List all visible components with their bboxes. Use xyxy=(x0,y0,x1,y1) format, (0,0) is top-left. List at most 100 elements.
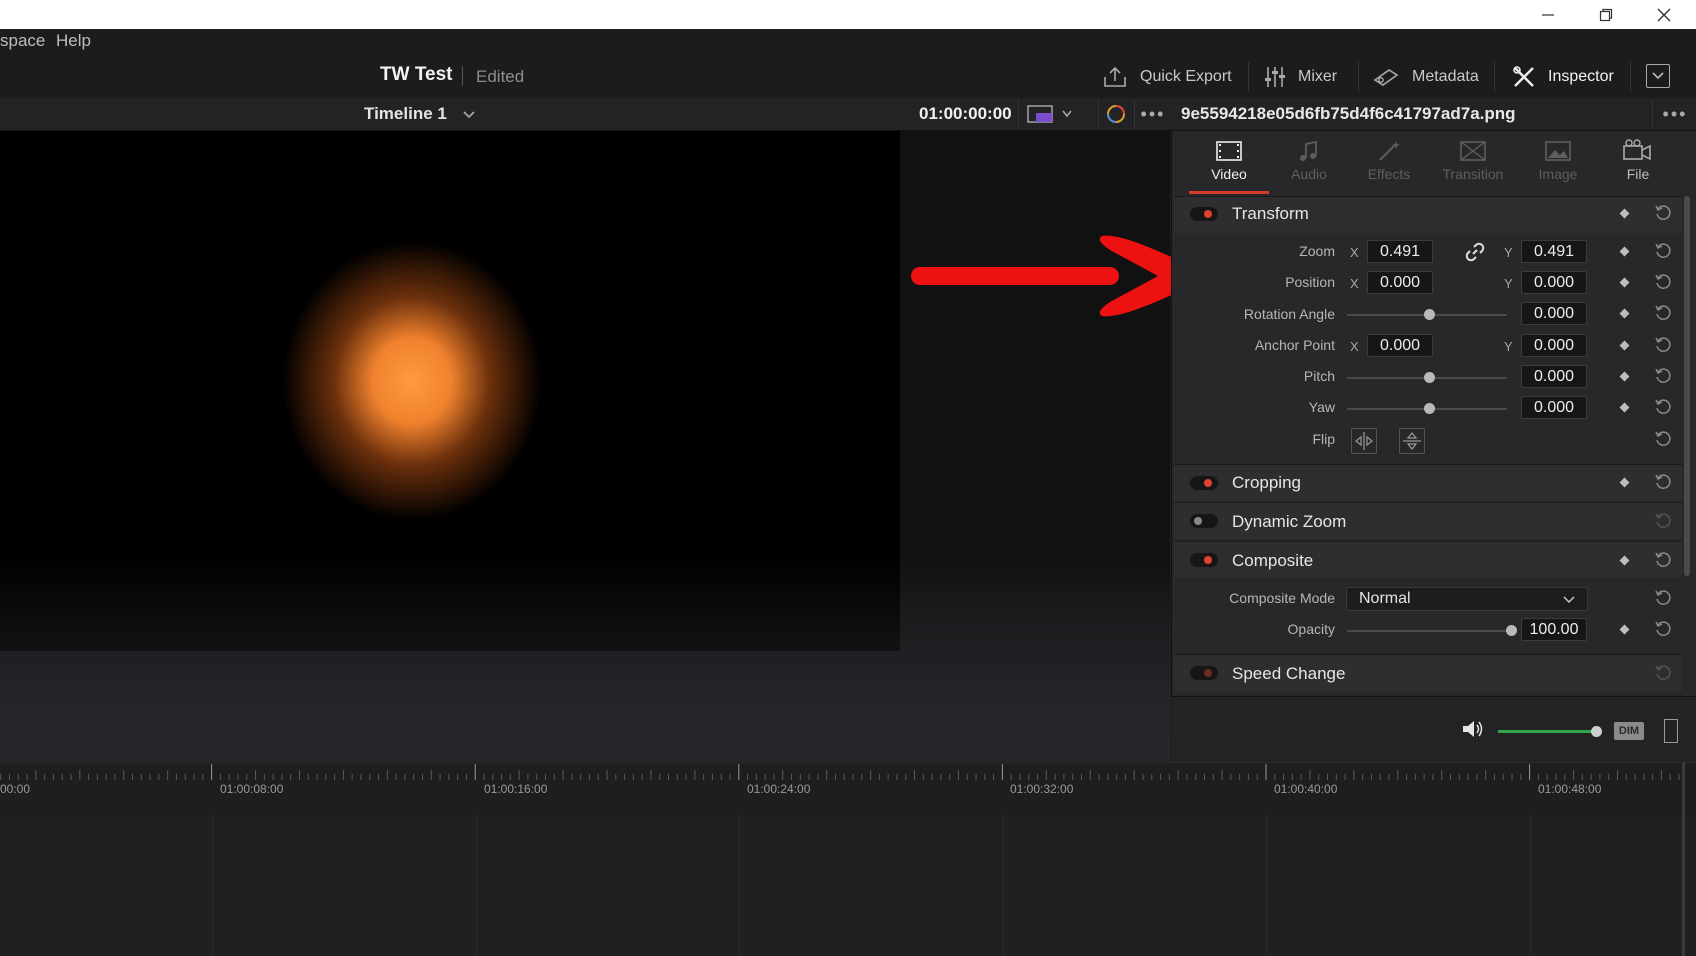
track-gridline xyxy=(1266,815,1267,956)
speed-change-title: Speed Change xyxy=(1232,664,1346,683)
restore-button[interactable] xyxy=(1578,0,1634,29)
tab-audio-label: Audio xyxy=(1291,166,1327,182)
transform-toggle[interactable] xyxy=(1190,207,1218,221)
anchor-x-axis-label: X xyxy=(1350,339,1359,354)
position-x-field[interactable]: 0.000 xyxy=(1367,271,1433,294)
color-viewer-button[interactable] xyxy=(1098,100,1133,128)
composite-toggle[interactable] xyxy=(1190,553,1218,567)
volume-slider-knob[interactable] xyxy=(1591,726,1602,737)
reset-icon[interactable] xyxy=(1654,551,1672,569)
zoom-x-field[interactable]: 0.491 xyxy=(1367,240,1433,263)
reset-icon[interactable] xyxy=(1654,273,1672,291)
tab-transition[interactable]: Transition xyxy=(1433,138,1513,182)
chevron-down-icon xyxy=(1062,110,1072,118)
tab-effects[interactable]: Effects xyxy=(1349,138,1429,182)
image-icon xyxy=(1545,141,1571,161)
quick-export-label: Quick Export xyxy=(1140,68,1232,85)
menu-workspace[interactable]: space xyxy=(0,31,45,51)
dim-button[interactable]: DIM xyxy=(1614,722,1644,740)
quick-export-button[interactable]: Quick Export xyxy=(1102,58,1232,96)
reset-icon[interactable] xyxy=(1654,620,1672,638)
ruler-label: 01:00:08:00 xyxy=(220,782,284,796)
file-icon xyxy=(1623,139,1651,161)
ruler-label: 01:00:24:00 xyxy=(747,782,811,796)
rotation-angle-field[interactable]: 0.000 xyxy=(1521,302,1587,325)
link-icon[interactable] xyxy=(1465,242,1485,262)
dynamic-zoom-toggle[interactable] xyxy=(1190,514,1218,528)
anchor-y-field[interactable]: 0.000 xyxy=(1521,334,1587,357)
viewer-options-button[interactable]: ••• xyxy=(1134,100,1171,128)
composite-mode-value: Normal xyxy=(1359,590,1411,607)
composite-mode-label: Composite Mode xyxy=(1229,590,1335,606)
film-icon xyxy=(1216,141,1242,161)
mixer-label: Mixer xyxy=(1298,68,1338,85)
reset-icon[interactable] xyxy=(1654,336,1672,354)
tab-image-label: Image xyxy=(1538,166,1578,182)
position-y-field[interactable]: 0.000 xyxy=(1521,271,1587,294)
anchor-y-axis-label: Y xyxy=(1504,339,1513,354)
menu-help[interactable]: Help xyxy=(56,31,91,51)
minimize-button[interactable] xyxy=(1520,0,1576,29)
reset-icon[interactable] xyxy=(1654,473,1672,491)
timeline-dropdown-button[interactable] xyxy=(462,107,476,125)
inspector-scrollbar[interactable] xyxy=(1684,196,1690,576)
project-title: TW Test xyxy=(380,64,453,85)
inspector-options-button[interactable]: ••• xyxy=(1652,100,1696,128)
metadata-button[interactable]: Metadata xyxy=(1372,58,1479,96)
reset-icon[interactable] xyxy=(1654,367,1672,385)
tab-transition-label: Transition xyxy=(1442,166,1504,182)
flip-label: Flip xyxy=(1312,431,1335,447)
inspector-tools-icon xyxy=(1513,66,1534,87)
video-viewer[interactable] xyxy=(0,131,1170,761)
viewer-background xyxy=(0,551,1170,761)
reset-icon[interactable] xyxy=(1654,512,1672,530)
reset-icon[interactable] xyxy=(1654,204,1672,222)
close-button[interactable] xyxy=(1636,0,1692,29)
zoom-x-axis-label: X xyxy=(1350,245,1359,260)
anchor-x-field[interactable]: 0.000 xyxy=(1367,334,1433,357)
flip-horizontal-button[interactable] xyxy=(1351,428,1377,454)
pitch-slider-knob[interactable] xyxy=(1424,372,1435,383)
zoom-y-field[interactable]: 0.491 xyxy=(1521,240,1587,263)
reset-icon[interactable] xyxy=(1654,398,1672,416)
opacity-slider-knob[interactable] xyxy=(1506,625,1517,636)
reset-icon[interactable] xyxy=(1654,242,1672,260)
yaw-slider-knob[interactable] xyxy=(1424,403,1435,414)
proxy-button[interactable] xyxy=(1018,100,1098,128)
audio-meter-toggle[interactable] xyxy=(1664,719,1678,743)
reset-icon[interactable] xyxy=(1654,664,1672,682)
cropping-toggle[interactable] xyxy=(1190,476,1218,490)
rotation-slider-knob[interactable] xyxy=(1424,309,1435,320)
reset-icon[interactable] xyxy=(1654,430,1672,448)
yaw-field[interactable]: 0.000 xyxy=(1521,396,1587,419)
reset-icon[interactable] xyxy=(1654,304,1672,322)
timeline-scrollbar[interactable] xyxy=(1682,762,1685,956)
pitch-field[interactable]: 0.000 xyxy=(1521,365,1587,388)
opacity-slider[interactable] xyxy=(1347,630,1507,632)
timeline-tracks[interactable] xyxy=(0,815,1696,956)
composite-mode-select[interactable]: Normal xyxy=(1346,587,1588,611)
restore-icon xyxy=(1599,8,1613,21)
chevron-down-icon xyxy=(1563,596,1575,604)
reset-icon[interactable] xyxy=(1654,589,1672,607)
timecode-display: 01:00:00:00 xyxy=(919,104,1012,123)
timeline-name[interactable]: Timeline 1 xyxy=(364,104,447,124)
mixer-button[interactable]: Mixer xyxy=(1264,58,1337,96)
dynamic-zoom-title: Dynamic Zoom xyxy=(1232,512,1347,531)
tab-file[interactable]: File xyxy=(1598,138,1678,182)
speed-change-toggle[interactable] xyxy=(1190,666,1218,680)
ruler-label: 01:00:40:00 xyxy=(1274,782,1338,796)
tab-image[interactable]: Image xyxy=(1518,138,1598,182)
zoom-label: Zoom xyxy=(1299,243,1335,259)
ruler-label: 01:00:32:00 xyxy=(1010,782,1074,796)
volume-slider[interactable] xyxy=(1498,730,1598,733)
window-title-bar xyxy=(0,0,1696,29)
panel-toggle-button[interactable] xyxy=(1646,64,1670,88)
tab-video[interactable]: Video xyxy=(1189,138,1269,182)
speaker-icon[interactable] xyxy=(1460,718,1486,740)
flip-vertical-button[interactable] xyxy=(1399,428,1425,454)
opacity-field[interactable]: 100.00 xyxy=(1521,618,1587,641)
track-gridline xyxy=(1530,815,1531,956)
tab-audio[interactable]: Audio xyxy=(1269,138,1349,182)
inspector-button[interactable]: Inspector xyxy=(1512,58,1614,96)
